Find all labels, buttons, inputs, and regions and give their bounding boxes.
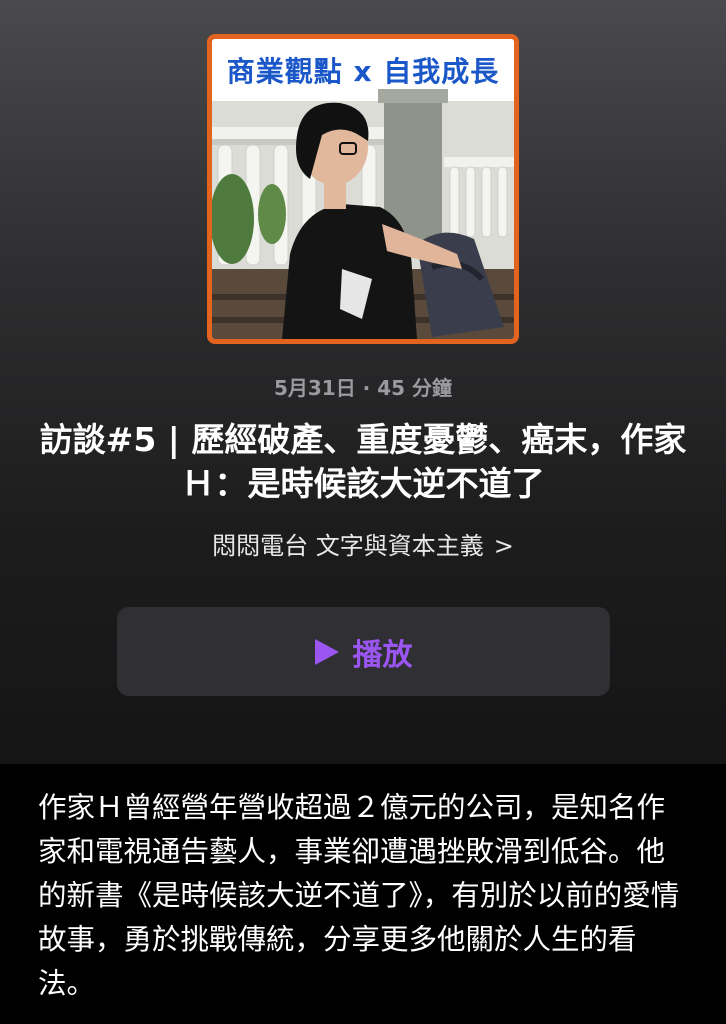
play-button[interactable]: 播放 bbox=[117, 607, 610, 696]
episode-description: 作家Ｈ曾經營年營收超過２億元的公司，是知名作家和電視通告藝人，事業卻遭遇挫敗滑到… bbox=[38, 791, 680, 1000]
episode-meta: 5月31日 · 45 分鐘 bbox=[273, 376, 453, 400]
episode-cover-art: 商業觀點 x 自我成長 bbox=[207, 34, 519, 344]
play-icon bbox=[314, 638, 339, 665]
chevron-right-icon: > bbox=[493, 532, 514, 560]
episode-title: 訪談#5 | 歷經破產、重度憂鬱、癌末，作家Ｈ：是時候該大逆不道了 bbox=[39, 420, 687, 503]
cover-title: 商業觀點 x 自我成長 bbox=[226, 55, 500, 88]
episode-header: 商業觀點 x 自我成長 5月31日 · 45 分鐘 訪談#5 | 歷經破產、重度… bbox=[0, 0, 726, 764]
play-button-label: 播放 bbox=[352, 637, 413, 673]
show-link[interactable]: 悶悶電台 文字與資本主義 > bbox=[0, 526, 726, 561]
show-name: 悶悶電台 文字與資本主義 bbox=[212, 532, 484, 560]
